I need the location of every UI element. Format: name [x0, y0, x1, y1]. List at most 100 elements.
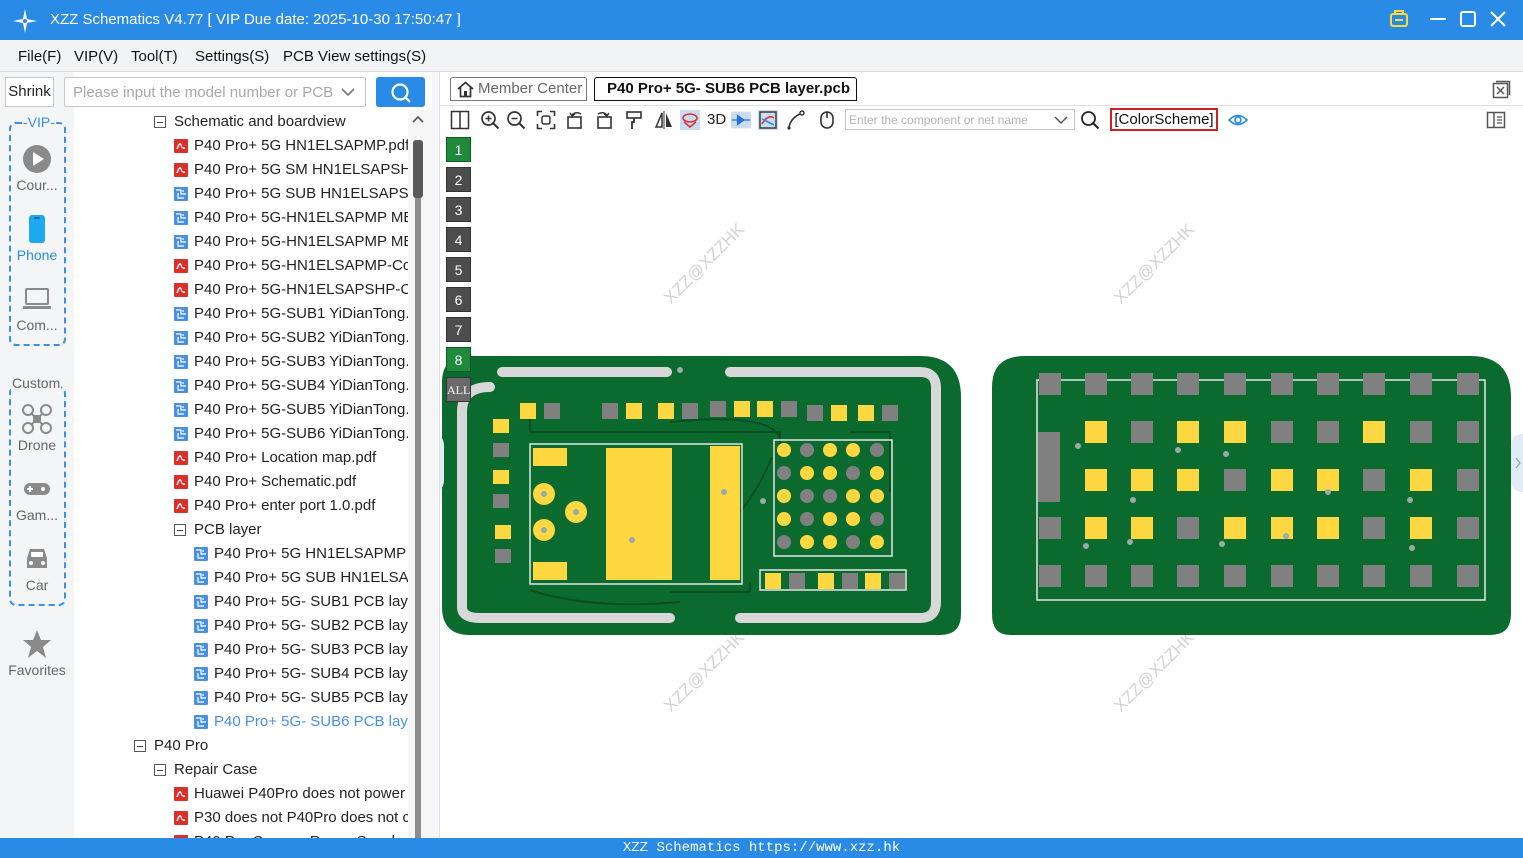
pcb-pad[interactable] — [495, 549, 511, 563]
pcb-pad[interactable] — [870, 466, 884, 480]
pcb-pad[interactable] — [493, 443, 509, 457]
pcb-pad[interactable] — [1410, 469, 1432, 491]
pcb-via[interactable] — [1175, 447, 1181, 453]
close-all-tabs-icon[interactable] — [1492, 80, 1511, 99]
fit-screen-icon[interactable] — [536, 110, 556, 130]
tree-item[interactable]: P40 Pro+ Location map.pdf — [174, 446, 408, 470]
category-car[interactable]: Car — [0, 544, 74, 593]
mirror-icon[interactable] — [654, 110, 674, 130]
menu-tool[interactable]: Tool(T) — [131, 48, 178, 65]
collapse-toggle-icon[interactable] — [154, 764, 166, 776]
tree-item[interactable]: P40 Pro+ 5G HN1ELSAPMP P — [194, 542, 408, 566]
close-icon[interactable] — [1487, 8, 1509, 30]
panel-splitter[interactable] — [432, 72, 440, 838]
rotate-left-icon[interactable] — [566, 110, 586, 130]
pcb-pad[interactable] — [789, 573, 805, 589]
tree-item[interactable]: P30 does not P40Pro does not c — [174, 806, 408, 830]
vip-badge-icon[interactable] — [1388, 8, 1410, 30]
maximize-icon[interactable] — [1457, 8, 1479, 30]
menu-file[interactable]: File(F) — [18, 48, 61, 65]
pcb-board-bottom[interactable] — [990, 352, 1513, 638]
tree-item[interactable]: Huawei P40Pro does not power — [174, 782, 408, 806]
pcb-via[interactable] — [677, 367, 683, 373]
mouse-mode-icon[interactable] — [817, 110, 837, 130]
pcb-pad[interactable] — [1177, 565, 1199, 587]
pcb-pad[interactable] — [870, 443, 884, 457]
pcb-pad[interactable] — [823, 512, 837, 526]
pcb-pad[interactable] — [800, 489, 814, 503]
search-button[interactable] — [376, 77, 425, 107]
pcb-pad[interactable] — [870, 512, 884, 526]
pcb-pad[interactable] — [1457, 373, 1479, 395]
tree-item[interactable]: Repair Case — [154, 758, 408, 782]
pcb-pad[interactable] — [800, 466, 814, 480]
pcb-pad[interactable] — [882, 405, 898, 421]
pcb-pad[interactable] — [1271, 373, 1293, 395]
pcb-pad[interactable] — [1224, 469, 1246, 491]
pcb-pad[interactable] — [846, 443, 860, 457]
pcb-pad[interactable] — [1177, 421, 1199, 443]
eye-icon[interactable] — [1228, 110, 1248, 130]
pcb-pad[interactable] — [870, 535, 884, 549]
tab-active-file[interactable]: P40 Pro+ 5G- SUB6 PCB layer.pcb — [594, 77, 857, 101]
pcb-pad[interactable] — [777, 466, 791, 480]
pcb-pad[interactable] — [757, 401, 773, 417]
pcb-pad[interactable] — [818, 573, 834, 589]
tree-item[interactable]: PCB layer — [174, 518, 408, 542]
pcb-pad[interactable] — [777, 489, 791, 503]
zoom-out-icon[interactable] — [506, 110, 526, 130]
pcb-pad[interactable] — [846, 466, 860, 480]
category-drone[interactable]: Drone — [0, 404, 74, 453]
pcb-pad[interactable] — [1224, 565, 1246, 587]
pcb-pad[interactable] — [1039, 373, 1061, 395]
tree-item[interactable]: P40 Pro+ enter port 1.0.pdf — [174, 494, 408, 518]
rotate-right-icon[interactable] — [593, 110, 613, 130]
pcb-pad[interactable] — [800, 512, 814, 526]
pcb-pad[interactable] — [1363, 421, 1385, 443]
pcb-pad[interactable] — [842, 573, 858, 589]
pcb-via[interactable] — [541, 527, 547, 533]
tree-item[interactable]: P40 Pro+ 5G- SUB5 PCB laye — [194, 686, 408, 710]
pcb-pad[interactable] — [544, 403, 560, 419]
pcb-pad[interactable] — [1085, 373, 1107, 395]
menu-pcb-view-settings[interactable]: PCB View settings(S) — [283, 48, 426, 65]
scroll-up-icon[interactable] — [411, 114, 425, 124]
side-panel-icon[interactable] — [1486, 110, 1506, 130]
pcb-pad[interactable] — [602, 403, 618, 419]
pcb-pad[interactable] — [1224, 373, 1246, 395]
component-search-input[interactable] — [846, 110, 1046, 129]
tree-item[interactable]: P40 Pro+ 5G SUB HN1ELSAP — [194, 566, 408, 590]
pcb-pad[interactable] — [1085, 517, 1107, 539]
collapse-right-icon[interactable] — [1511, 434, 1523, 492]
component-search-field[interactable] — [845, 109, 1075, 130]
layer-button-2[interactable]: 2 — [446, 167, 471, 192]
pcb-pad[interactable] — [846, 489, 860, 503]
tree-item[interactable]: P40 Pro+ 5G- SUB6 PCB laye — [194, 710, 408, 734]
pcb-via[interactable] — [721, 489, 727, 495]
category-computer[interactable]: Com... — [0, 284, 74, 333]
collapse-toggle-icon[interactable] — [134, 740, 146, 752]
layer-button-4[interactable]: 4 — [446, 227, 471, 252]
pcb-pad[interactable] — [1085, 565, 1107, 587]
tree-item[interactable]: P40 Pro+ 5G-SUB2 YiDianTong. — [174, 326, 408, 350]
pcb-pad[interactable] — [1410, 565, 1432, 587]
pcb-pad[interactable] — [800, 443, 814, 457]
pcb-pad[interactable] — [1457, 469, 1479, 491]
tree-item[interactable]: Schematic and boardview — [154, 110, 408, 134]
pcb-via[interactable] — [1223, 451, 1229, 457]
pcb-pad[interactable] — [807, 405, 823, 421]
pcb-pad[interactable] — [626, 403, 642, 419]
tree-item[interactable]: P40 Pro+ 5G-HN1ELSAPMP-Co — [174, 254, 408, 278]
tab-member-center[interactable]: Member Center — [450, 77, 587, 101]
tree-item[interactable]: P40 Pro+ Schematic.pdf — [174, 470, 408, 494]
pcb-pad[interactable] — [1131, 517, 1153, 539]
pcb-pad[interactable] — [1177, 517, 1199, 539]
layer-button-3[interactable]: 3 — [446, 197, 471, 222]
pcb-pad[interactable] — [1457, 421, 1479, 443]
category-gaming[interactable]: Gam... — [0, 474, 74, 523]
pcb-pad[interactable] — [1085, 469, 1107, 491]
model-search-field[interactable] — [64, 77, 366, 107]
pcb-via[interactable] — [1219, 541, 1225, 547]
pcb-pad[interactable] — [1177, 373, 1199, 395]
scroll-thumb[interactable] — [413, 140, 423, 198]
